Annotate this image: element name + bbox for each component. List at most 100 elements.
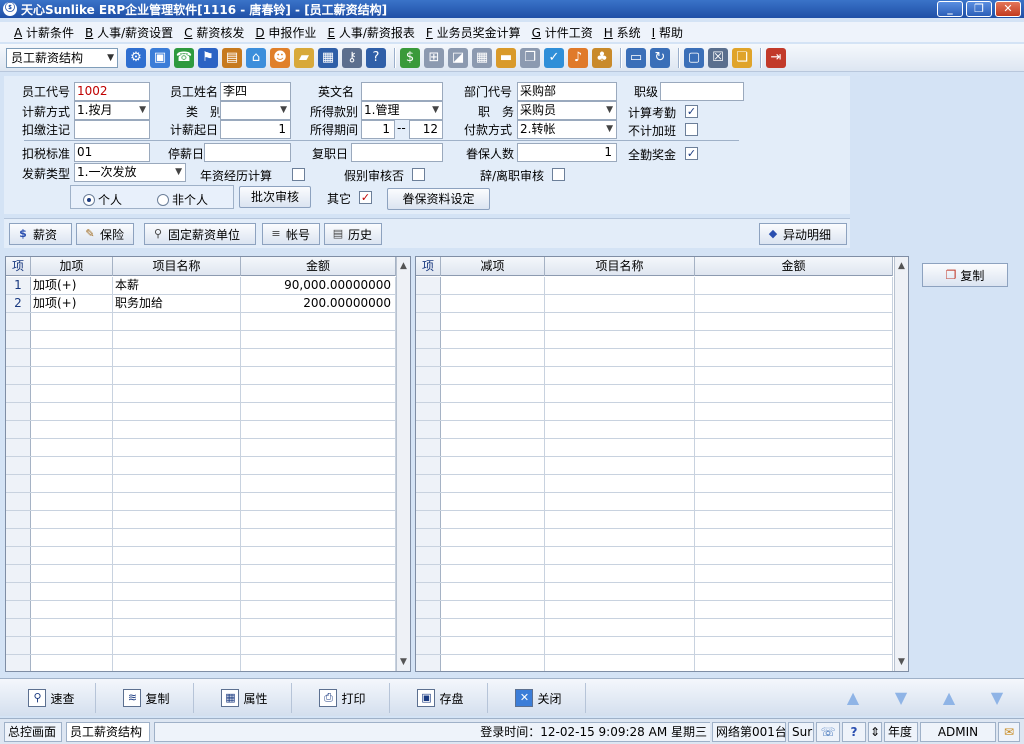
table-cell-name[interactable] xyxy=(113,493,241,510)
dept-code-field[interactable]: 采购部 xyxy=(517,82,617,101)
save-button[interactable]: ▣ 存盘 xyxy=(394,683,488,713)
table-row[interactable] xyxy=(6,547,396,565)
table-cell-amount[interactable] xyxy=(695,421,893,438)
table-row[interactable] xyxy=(416,439,893,457)
copy-button[interactable]: ≋ 复制 xyxy=(100,683,194,713)
table-cell-amount[interactable] xyxy=(241,583,396,600)
table-cell-name[interactable] xyxy=(545,565,695,582)
emp-code-field[interactable]: 1002 xyxy=(74,82,150,101)
table-row[interactable] xyxy=(416,367,893,385)
table-cell-amount[interactable] xyxy=(241,313,396,330)
tab-salary[interactable]: $ 薪资 xyxy=(9,223,72,245)
table-row[interactable] xyxy=(416,313,893,331)
table-cell-name[interactable] xyxy=(113,583,241,600)
table-row[interactable] xyxy=(416,385,893,403)
table-row[interactable] xyxy=(6,511,396,529)
table-cell-type[interactable] xyxy=(441,637,545,654)
menu-item-g[interactable]: G 计件工资 xyxy=(532,24,593,41)
menu-item-a[interactable]: A 计薪条件 xyxy=(14,24,74,41)
screen-icon[interactable]: ▭ xyxy=(626,47,646,68)
table-cell-type[interactable] xyxy=(31,367,113,384)
table-cell-type[interactable] xyxy=(441,601,545,618)
table-cell-amount[interactable] xyxy=(695,295,893,312)
table-cell-type[interactable] xyxy=(441,475,545,492)
tree-icon[interactable]: ⚙ xyxy=(126,47,146,68)
table-row[interactable] xyxy=(6,457,396,475)
table-cell-type[interactable] xyxy=(441,439,545,456)
table-cell-type[interactable] xyxy=(441,457,545,474)
table-cell-type[interactable] xyxy=(441,493,545,510)
tab-account[interactable]: ≡ 帐号 xyxy=(262,223,320,245)
position-select[interactable]: 采购员 ▼ xyxy=(517,101,617,120)
tax-std-field[interactable]: 01 xyxy=(74,143,150,162)
table-row[interactable] xyxy=(416,277,893,295)
table-cell-amount[interactable] xyxy=(241,457,396,474)
payment-select[interactable]: 2.转帐 ▼ xyxy=(517,120,617,139)
table-cell-type[interactable] xyxy=(31,457,113,474)
table-row[interactable] xyxy=(416,295,893,313)
table-row[interactable] xyxy=(416,547,893,565)
table-cell-type[interactable] xyxy=(31,619,113,636)
category-select[interactable]: ▼ xyxy=(220,101,291,120)
seniority-checkbox[interactable] xyxy=(292,168,305,181)
check-icon[interactable]: ✓ xyxy=(544,47,564,68)
deductions-scrollbar[interactable]: ▲ ▼ xyxy=(894,257,908,671)
table-row[interactable] xyxy=(416,403,893,421)
table-cell-type[interactable] xyxy=(441,511,545,528)
menu-item-c[interactable]: C 薪资核发 xyxy=(184,24,244,41)
batch-audit-button[interactable]: 批次审核 xyxy=(239,186,311,208)
income-type-select[interactable]: 1.管理 ▼ xyxy=(361,101,443,120)
table-cell-name[interactable] xyxy=(545,421,695,438)
table-cell-amount[interactable] xyxy=(241,385,396,402)
start-day-field[interactable]: 1 xyxy=(220,120,291,139)
table-cell-name[interactable] xyxy=(545,295,695,312)
attendance-checkbox[interactable]: ✓ xyxy=(685,105,698,118)
table-cell-amount[interactable] xyxy=(241,637,396,654)
table-cell-type[interactable] xyxy=(31,655,113,671)
table-cell-type[interactable] xyxy=(441,583,545,600)
home-icon[interactable]: ⌂ xyxy=(246,47,266,68)
table-cell-name[interactable] xyxy=(113,421,241,438)
table-cell-type[interactable] xyxy=(31,475,113,492)
table-row[interactable] xyxy=(6,655,396,671)
users-icon[interactable]: ☻ xyxy=(270,47,290,68)
table-cell-amount[interactable] xyxy=(695,277,893,294)
help-icon[interactable]: ? xyxy=(366,47,386,68)
table-cell-amount[interactable] xyxy=(241,439,396,456)
table-cell-amount[interactable] xyxy=(695,403,893,420)
table-cell-name[interactable] xyxy=(113,367,241,384)
bell-icon[interactable]: ♪ xyxy=(568,47,588,68)
mail-icon[interactable]: ✉ xyxy=(998,722,1020,742)
table-row[interactable] xyxy=(6,619,396,637)
table-row[interactable] xyxy=(6,493,396,511)
prev-record-button[interactable]: ▼ xyxy=(878,685,924,711)
table-cell-amount[interactable] xyxy=(241,421,396,438)
table-cell-name[interactable] xyxy=(545,277,695,294)
document-icon[interactable]: ▦ xyxy=(318,47,338,68)
table-cell-name[interactable] xyxy=(113,403,241,420)
table-cell-name[interactable] xyxy=(113,313,241,330)
table-cell-type[interactable] xyxy=(31,421,113,438)
table-cell-amount[interactable] xyxy=(241,403,396,420)
rejoin-day-field[interactable] xyxy=(351,143,443,162)
calculator-icon[interactable]: ▦ xyxy=(472,47,492,68)
copy-icon[interactable]: ❐ xyxy=(520,47,540,68)
table-cell-amount[interactable] xyxy=(241,475,396,492)
table-cell-amount[interactable] xyxy=(695,655,893,671)
refresh-icon[interactable]: ↻ xyxy=(650,47,670,68)
period-to-field[interactable]: 12 xyxy=(409,120,443,139)
pay-type-select[interactable]: 1.一次发放 ▼ xyxy=(74,163,186,182)
table-row[interactable] xyxy=(6,475,396,493)
table-row[interactable] xyxy=(6,331,396,349)
table-row[interactable] xyxy=(6,601,396,619)
table-cell-name[interactable] xyxy=(113,655,241,671)
table-cell-amount[interactable] xyxy=(695,313,893,330)
table-cell-type[interactable] xyxy=(441,349,545,366)
table-row[interactable] xyxy=(6,385,396,403)
org-icon[interactable]: ⚑ xyxy=(198,47,218,68)
table-cell-type[interactable] xyxy=(31,385,113,402)
additions-scrollbar[interactable]: ▲ ▼ xyxy=(396,257,410,671)
table-cell-type[interactable] xyxy=(441,367,545,384)
table-cell-name[interactable] xyxy=(545,475,695,492)
table-cell-amount[interactable] xyxy=(695,601,893,618)
